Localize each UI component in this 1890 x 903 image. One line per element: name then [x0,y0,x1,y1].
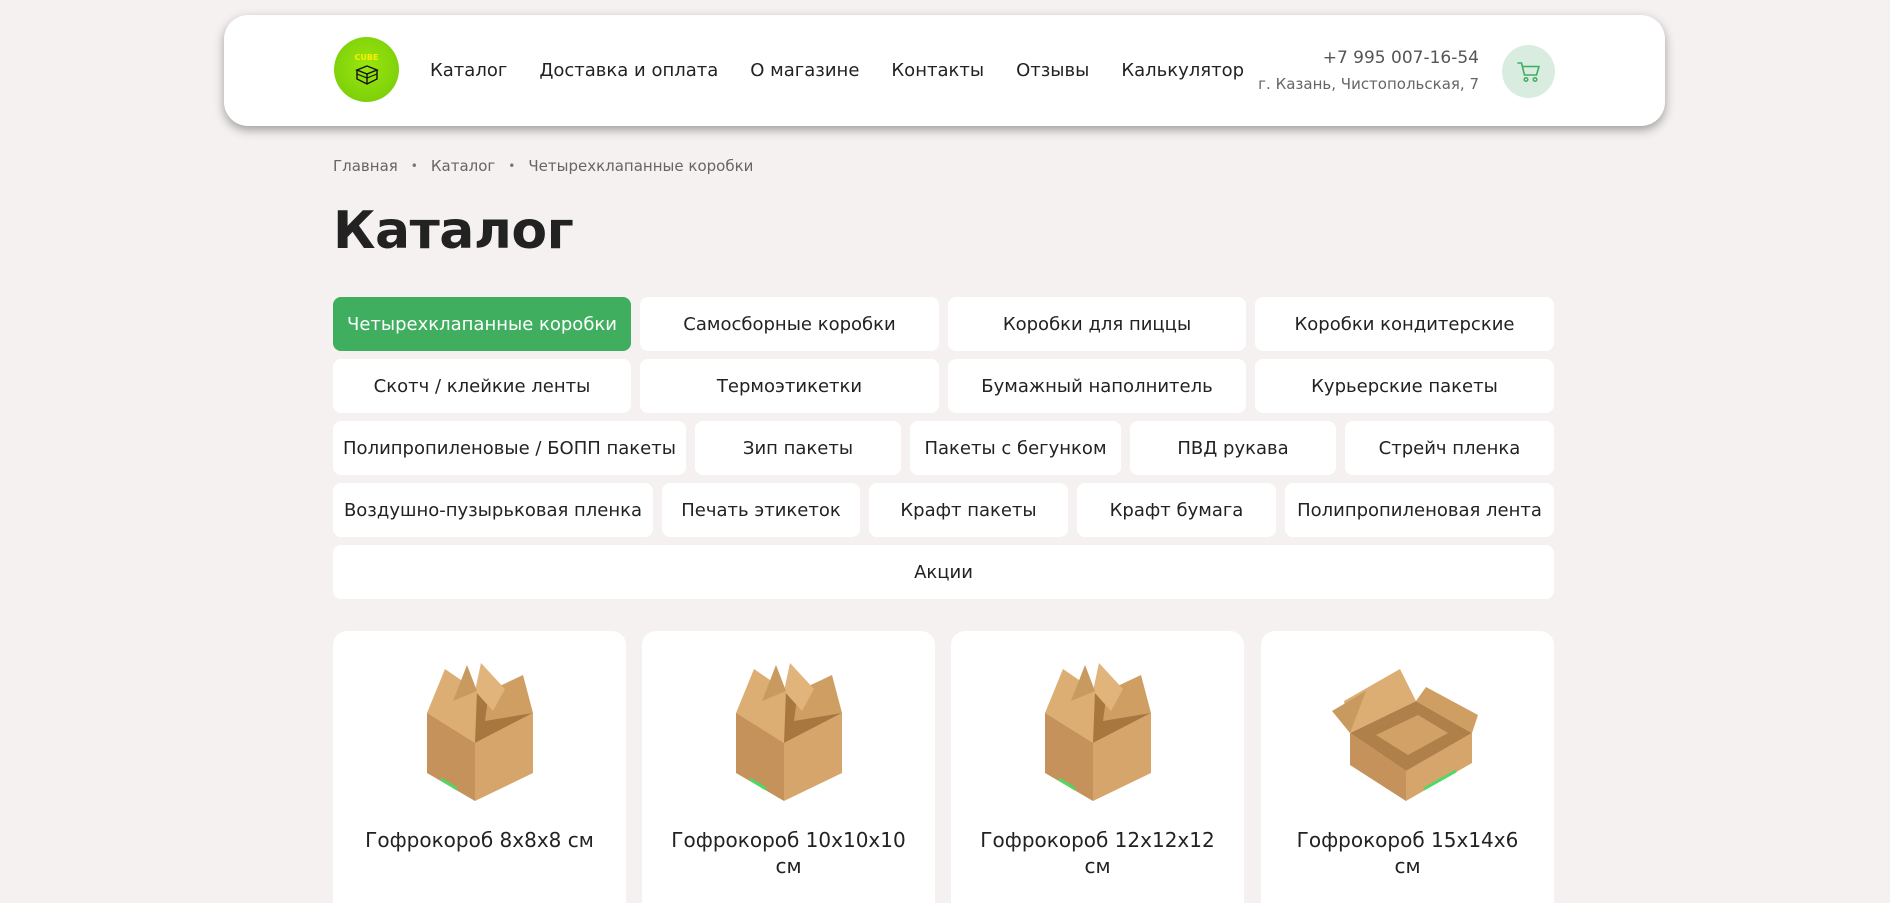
category-row: Четырехклапанные коробки Самосборные кор… [333,297,1554,351]
product-name[interactable]: Гофрокороб 15х14х6 см [1281,827,1534,879]
product-image[interactable] [642,661,935,811]
category-row: Скотч / клейкие ленты Термоэтикетки Бума… [333,359,1554,413]
category-row: Воздушно-пузырьковая пленка Печать этике… [333,483,1554,537]
box-logo-icon [354,64,379,85]
category-slider-bags[interactable]: Пакеты с бегунком [910,421,1121,475]
category-label-printing[interactable]: Печать этикеток [662,483,860,537]
address-text: г. Казань, Чистопольская, 7 [1258,75,1479,94]
nav-contacts[interactable]: Контакты [891,60,984,81]
breadcrumb-home[interactable]: Главная [333,157,398,175]
product-card[interactable]: Гофрокороб 12х12х12 см [951,631,1244,903]
category-kraft-paper[interactable]: Крафт бумага [1077,483,1276,537]
nav-about[interactable]: О магазине [750,60,859,81]
cardboard-box-icon [735,663,842,801]
category-self-assembly-boxes[interactable]: Самосборные коробки [640,297,939,351]
category-pizza-boxes[interactable]: Коробки для пиццы [948,297,1246,351]
category-courier-bags[interactable]: Курьерские пакеты [1255,359,1554,413]
contact-info: +7 995 007-16-54 г. Казань, Чистопольска… [1258,48,1479,93]
breadcrumb: Главная • Каталог • Четырехклапанные кор… [333,157,753,175]
product-name[interactable]: Гофрокороб 8х8х8 см [353,827,606,853]
cart-icon [1516,61,1540,82]
cardboard-box-icon [1331,669,1478,801]
product-name[interactable]: Гофрокороб 12х12х12 см [971,827,1224,879]
product-card[interactable]: Гофрокороб 8х8х8 см [333,631,626,903]
product-card[interactable]: Гофрокороб 10х10х10 см [642,631,935,903]
page-title: Каталог [333,201,574,261]
category-pp-tape[interactable]: Полипропиленовая лента [1285,483,1554,537]
product-card[interactable]: Гофрокороб 15х14х6 см [1261,631,1554,903]
product-image[interactable] [951,661,1244,811]
category-ldpe-sleeves[interactable]: ПВД рукава [1130,421,1336,475]
cardboard-box-icon [1044,663,1151,801]
category-zip-bags[interactable]: Зип пакеты [695,421,901,475]
category-row: Акции [333,545,1554,599]
category-promotions[interactable]: Акции [333,545,1554,599]
breadcrumb-current: Четырехклапанные коробки [528,157,754,175]
breadcrumb-separator: • [410,159,418,173]
category-bopp-bags[interactable]: Полипропиленовые / БОПП пакеты [333,421,686,475]
cardboard-box-icon [426,663,533,801]
site-header: CUBE Каталог Доставка и оплата О магазин… [224,15,1665,126]
phone-link[interactable]: +7 995 007-16-54 [1258,48,1479,68]
category-kraft-bags[interactable]: Крафт пакеты [869,483,1068,537]
nav-delivery[interactable]: Доставка и оплата [539,60,718,81]
nav-reviews[interactable]: Отзывы [1016,60,1089,81]
category-thermal-labels[interactable]: Термоэтикетки [640,359,939,413]
logo-text: CUBE [354,52,379,62]
category-bubble-wrap[interactable]: Воздушно-пузырьковая пленка [333,483,653,537]
main-nav: Каталог Доставка и оплата О магазине Кон… [430,15,1276,126]
breadcrumb-separator: • [508,159,516,173]
cart-button[interactable] [1502,45,1555,98]
product-image[interactable] [333,661,626,811]
category-stretch-film[interactable]: Стрейч пленка [1345,421,1554,475]
product-image[interactable] [1261,661,1554,811]
product-grid: Гофрокороб 8х8х8 см Гофрокороб 10х10х10 … [333,631,1554,903]
category-four-flap-boxes[interactable]: Четырехклапанные коробки [333,297,631,351]
category-paper-filler[interactable]: Бумажный наполнитель [948,359,1246,413]
nav-calculator[interactable]: Калькулятор [1121,60,1244,81]
logo[interactable]: CUBE [334,37,399,102]
product-name[interactable]: Гофрокороб 10х10х10 см [662,827,915,879]
category-row: Полипропиленовые / БОПП пакеты Зип пакет… [333,421,1554,475]
breadcrumb-catalog[interactable]: Каталог [431,157,495,175]
nav-catalog[interactable]: Каталог [430,60,507,81]
category-confectionery-boxes[interactable]: Коробки кондитерские [1255,297,1554,351]
category-tape[interactable]: Скотч / клейкие ленты [333,359,631,413]
